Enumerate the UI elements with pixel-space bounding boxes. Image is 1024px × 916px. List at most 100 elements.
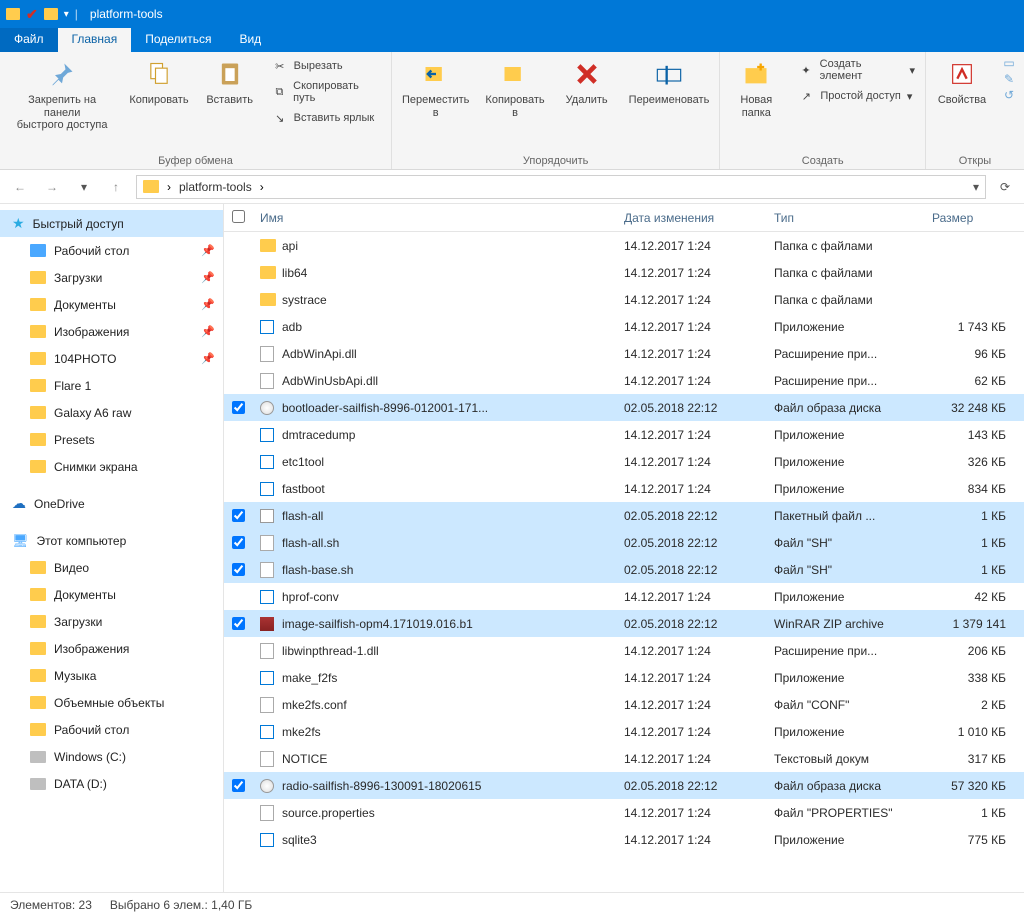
copy-button[interactable]: Копировать [126,56,191,109]
address-dropdown-icon[interactable]: ▾ [973,180,979,194]
file-row[interactable]: systrace14.12.2017 1:24Папка с файлами [224,286,1024,313]
refresh-button[interactable]: ⟳ [994,176,1016,198]
file-row[interactable]: flash-base.sh02.05.2018 22:12Файл "SH"1 … [224,556,1024,583]
pin-to-quick-access-button[interactable]: Закрепить на панели быстрого доступа [6,56,118,134]
quickaccess-check-icon[interactable]: ✔ [26,6,38,23]
delete-button[interactable]: Удалить [557,56,617,109]
rename-button[interactable]: Переименовать [625,56,714,109]
breadcrumb-item[interactable]: platform-tools [179,180,252,194]
up-button[interactable]: ↑ [104,175,128,199]
sidebar-item[interactable]: Изображения📌 [0,318,223,345]
sidebar-item-label: Снимки экрана [54,460,138,474]
sidebar-item[interactable]: Загрузки📌 [0,264,223,291]
sidebar-item[interactable]: Видео [0,554,223,581]
move-to-button[interactable]: Переместить в [398,56,473,121]
file-row[interactable]: image-sailfish-opm4.171019.016.b102.05.2… [224,610,1024,637]
copy-path-button[interactable]: ⧉Скопировать путь [268,78,385,106]
sidebar-item[interactable]: Рабочий стол [0,716,223,743]
edit-icon[interactable]: ✎ [1004,72,1014,86]
sidebar-item[interactable]: DATA (D:) [0,770,223,797]
file-row[interactable]: lib6414.12.2017 1:24Папка с файлами [224,259,1024,286]
sidebar-item[interactable]: Flare 1 [0,372,223,399]
sidebar-item[interactable]: Загрузки [0,608,223,635]
sidebar-item[interactable]: Windows (C:) [0,743,223,770]
sidebar-item[interactable]: Galaxy A6 raw [0,399,223,426]
file-row[interactable]: make_f2fs14.12.2017 1:24Приложение338 КБ [224,664,1024,691]
open-icon[interactable]: ▭ [1003,56,1014,70]
paste-shortcut-button[interactable]: ↘Вставить ярлык [268,108,385,128]
file-type: Файл "SH" [774,563,932,577]
moveto-label: Переместить в [402,94,469,119]
folder-icon [30,588,46,601]
folder-icon[interactable] [44,8,58,20]
sidebar-item[interactable]: Документы [0,581,223,608]
sidebar-item-label: Загрузки [54,615,102,629]
sidebar-item[interactable]: Рабочий стол📌 [0,237,223,264]
file-row[interactable]: dmtracedump14.12.2017 1:24Приложение143 … [224,421,1024,448]
file-row[interactable]: libwinpthread-1.dll14.12.2017 1:24Расшир… [224,637,1024,664]
row-checkbox[interactable] [232,779,245,792]
chevron-right-icon[interactable]: › [167,180,171,194]
file-row[interactable]: mke2fs14.12.2017 1:24Приложение1 010 КБ [224,718,1024,745]
sidebar-item[interactable]: Музыка [0,662,223,689]
file-row[interactable]: NOTICE14.12.2017 1:24Текстовый докум317 … [224,745,1024,772]
copy-to-button[interactable]: Копировать в [481,56,548,121]
file-row[interactable]: flash-all.sh02.05.2018 22:12Файл "SH"1 К… [224,529,1024,556]
shortcut-icon: ↘ [272,110,288,126]
file-row[interactable]: bootloader-sailfish-8996-012001-171...02… [224,394,1024,421]
new-item-button[interactable]: ✦Создать элемент▾ [794,56,919,84]
paste-button[interactable]: Вставить [200,56,260,109]
history-icon[interactable]: ↺ [1004,88,1014,102]
select-all-checkbox[interactable] [232,210,245,223]
this-pc-header[interactable]: 🖥 Этот компьютер [0,527,223,554]
sidebar-item[interactable]: Объемные объекты [0,689,223,716]
easy-access-button[interactable]: ↗Простой доступ▾ [794,86,919,106]
row-checkbox[interactable] [232,509,245,522]
column-name[interactable]: Имя [260,211,624,225]
file-row[interactable]: api14.12.2017 1:24Папка с файлами [224,232,1024,259]
tab-home[interactable]: Главная [58,28,132,52]
tab-share[interactable]: Поделиться [131,28,225,52]
quick-access-header[interactable]: ★ Быстрый доступ [0,210,223,237]
file-row[interactable]: source.properties14.12.2017 1:24Файл "PR… [224,799,1024,826]
row-checkbox[interactable] [232,536,245,549]
sidebar-item-label: Музыка [54,669,96,683]
sidebar-item[interactable]: 104PHOTO📌 [0,345,223,372]
file-name: flash-base.sh [282,563,624,577]
new-folder-button[interactable]: Новая папка [726,56,786,121]
file-row[interactable]: fastboot14.12.2017 1:24Приложение834 КБ [224,475,1024,502]
file-row[interactable]: hprof-conv14.12.2017 1:24Приложение42 КБ [224,583,1024,610]
forward-button[interactable]: → [40,175,64,199]
properties-button[interactable]: Свойства [932,56,992,109]
navigation-pane[interactable]: ★ Быстрый доступ Рабочий стол📌Загрузки📌Д… [0,204,224,892]
onedrive-header[interactable]: ☁ OneDrive [0,490,223,517]
sidebar-item-label: Объемные объекты [54,696,164,710]
row-checkbox[interactable] [232,563,245,576]
chevron-right-icon[interactable]: › [260,180,264,194]
file-row[interactable]: flash-all02.05.2018 22:12Пакетный файл .… [224,502,1024,529]
column-size[interactable]: Размер [932,211,1024,225]
file-size: 1 КБ [932,536,1024,550]
file-row[interactable]: AdbWinUsbApi.dll14.12.2017 1:24Расширени… [224,367,1024,394]
file-row[interactable]: etc1tool14.12.2017 1:24Приложение326 КБ [224,448,1024,475]
sidebar-item[interactable]: Снимки экрана [0,453,223,480]
file-row[interactable]: sqlite314.12.2017 1:24Приложение775 КБ [224,826,1024,853]
back-button[interactable]: ← [8,175,32,199]
history-dropdown[interactable]: ▾ [72,175,96,199]
sidebar-item[interactable]: Presets [0,426,223,453]
file-row[interactable]: mke2fs.conf14.12.2017 1:24Файл "CONF"2 К… [224,691,1024,718]
address-input[interactable]: › platform-tools › ▾ [136,175,986,199]
row-checkbox[interactable] [232,617,245,630]
tab-view[interactable]: Вид [225,28,275,52]
file-row[interactable]: adb14.12.2017 1:24Приложение1 743 КБ [224,313,1024,340]
row-checkbox[interactable] [232,401,245,414]
column-date[interactable]: Дата изменения [624,211,774,225]
column-type[interactable]: Тип [774,211,932,225]
tab-file[interactable]: Файл [0,28,58,52]
file-row[interactable]: AdbWinApi.dll14.12.2017 1:24Расширение п… [224,340,1024,367]
cut-button[interactable]: ✂Вырезать [268,56,385,76]
file-row[interactable]: radio-sailfish-8996-130091-1802061502.05… [224,772,1024,799]
sidebar-item[interactable]: Документы📌 [0,291,223,318]
sidebar-item[interactable]: Изображения [0,635,223,662]
qat-dropdown-icon[interactable]: ▾ [64,9,69,20]
